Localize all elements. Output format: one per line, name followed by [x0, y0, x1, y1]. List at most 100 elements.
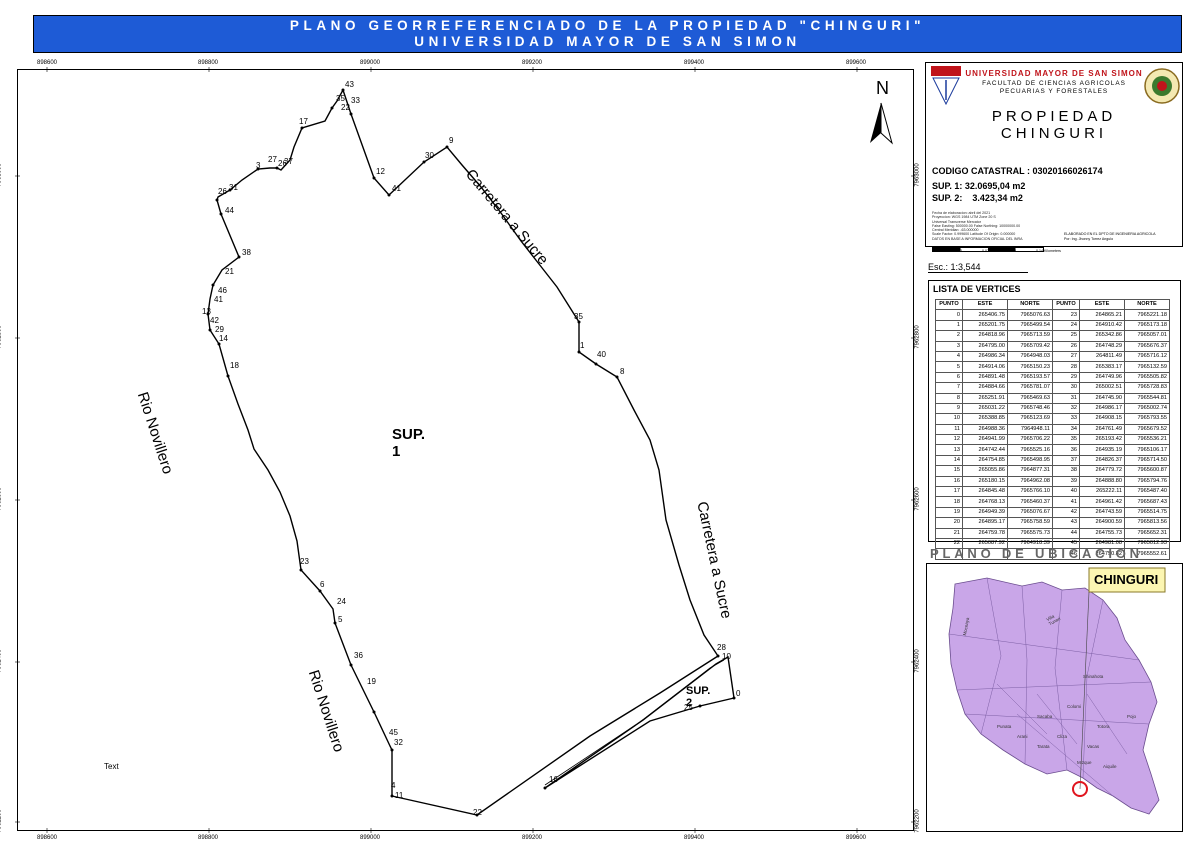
table-cell: 7965469.63 [1007, 392, 1053, 404]
table-row: 9 265031.22 7965748.46 32 264986.17 7965002.7… [935, 402, 1170, 415]
vertex-label: 21 [225, 267, 234, 276]
vertex-table-body: 0 265406.75 7965076.63 23 264865.21 7965221.1… [935, 309, 1170, 560]
table-cell: 7965057.01 [1124, 330, 1170, 342]
table-cell: 264779.72 [1079, 465, 1125, 477]
table-cell: 7965123.69 [1007, 413, 1053, 425]
vertex-label: 24 [337, 597, 346, 606]
location-map-svg [948, 567, 1166, 815]
table-cell: 264935.19 [1079, 444, 1125, 456]
table-cell: 264900.59 [1079, 517, 1125, 529]
table-row: 17 264845.48 7965766.10 40 265222.11 7965487.… [935, 486, 1170, 498]
meta-line: DATOS EN BASE A INFORMACION OFICIAL DEL … [932, 236, 1023, 241]
table-cell: 7965758.59 [1007, 517, 1053, 529]
table-cell: 265180.15 [962, 475, 1008, 488]
table-cell: 38 [1052, 465, 1080, 477]
table-cell: 7965781.07 [1007, 382, 1053, 394]
table-cell: 7965002.74 [1124, 402, 1170, 415]
vertex-label: 35 [574, 312, 583, 321]
table-cell: 41 [1052, 496, 1080, 508]
table-cell: 39 [1052, 475, 1080, 488]
table-cell: 7965709.42 [1007, 340, 1053, 352]
property-title-1: PROPIEDAD [991, 108, 1117, 125]
vertex-label: 22 [473, 808, 482, 817]
vertex-label: 23 [300, 557, 309, 566]
table-cell: 264754.85 [962, 454, 1008, 467]
table-cell: 30 [1052, 382, 1080, 394]
table-cell: 7965076.67 [1007, 506, 1053, 519]
table-cell: 265193.42 [1079, 434, 1125, 446]
vertex-label: 43 [345, 80, 354, 89]
table-cell: 36 [1052, 444, 1080, 456]
vertex-label: 1 [580, 341, 585, 350]
table-cell: 7965514.75 [1124, 506, 1170, 519]
table-cell: 34 [1052, 423, 1080, 436]
table-cell: 21 [935, 527, 963, 540]
table-cell: 7965713.59 [1007, 330, 1053, 342]
table-cell: 0 [935, 309, 963, 321]
table-cell: 44 [1052, 527, 1080, 540]
table-row: 15 265055.86 7964877.31 38 264779.72 7965600.… [935, 465, 1170, 477]
table-cell: 27 [1052, 350, 1080, 363]
table-row: 18 264768.13 7965460.37 41 264961.42 7965687.… [935, 496, 1170, 508]
vertex-label: 3 [256, 161, 261, 170]
title-panel: UNIVERSIDAD MAYOR DE SAN SIMON FACULTAD … [925, 62, 1183, 252]
table-cell: 1 [935, 319, 963, 332]
elab-line: Por: Ing. Jhonny Torrez Angulo [1064, 236, 1114, 241]
table-cell: 18 [935, 496, 963, 508]
property-title-2: CHINGURI [1000, 125, 1108, 142]
table-row: 5 264914.06 7965150.23 28 265383.17 7965132.5… [935, 361, 1170, 373]
table-cell: 264914.06 [962, 361, 1008, 373]
table-cell: 42 [1052, 506, 1080, 519]
scale-text: Esc.: 1:3,544 [928, 262, 1028, 273]
faculty-line-1: FACULTAD DE CIENCIAS AGRICOLAS [982, 80, 1126, 87]
ubicacion-title: PLANO DE UBICACION [930, 546, 1143, 561]
table-cell: 7965505.82 [1124, 371, 1170, 384]
table-cell: 264941.99 [962, 434, 1008, 446]
vertex-label: 36 [354, 651, 363, 660]
vertex-table-header: PUNTO ESTE NORTE PUNTO ESTE NORTE [935, 298, 1170, 311]
faculty-line-2: PECUARIAS Y FORESTALES [999, 88, 1109, 95]
table-row: 1 265201.75 7965499.54 24 264910.42 7965173.1… [935, 319, 1170, 332]
table-cell: 265388.85 [962, 413, 1008, 425]
vertex-label: 13 [202, 307, 211, 316]
table-cell: 265406.75 [962, 309, 1008, 321]
table-cell: 15 [935, 465, 963, 477]
text-placeholder: Text [104, 762, 119, 771]
vertex-label: 22 [341, 103, 350, 112]
elab-line: ELABORADO EN EL DPTO DE INGENIERIA AGRIC… [1064, 232, 1156, 236]
north-label: N [876, 78, 889, 98]
table-cell: 7965794.76 [1124, 475, 1170, 488]
vertex-table-header-cell: ESTE [962, 298, 1008, 311]
table-cell: 12 [935, 434, 963, 446]
town-label: Shinahota [1083, 674, 1104, 679]
table-cell: 264888.80 [1079, 475, 1125, 488]
table-cell: 264865.21 [1079, 309, 1125, 321]
vertex-label: 35 [336, 94, 345, 103]
vertex-table: PUNTO ESTE NORTE PUNTO ESTE NORTE 0 265406.75 7… [935, 298, 1170, 560]
table-cell: 16 [935, 475, 963, 488]
table-row: 7 264884.66 7965781.07 30 265002.51 7965728.8… [935, 382, 1170, 394]
vertex-label: 9 [449, 136, 454, 145]
table-cell: 7965652.31 [1124, 527, 1170, 540]
table-cell: 7965132.59 [1124, 361, 1170, 373]
table-cell: 264811.49 [1079, 350, 1125, 363]
table-cell: 19 [935, 506, 963, 519]
vertex-label: 42 [210, 316, 219, 325]
table-cell: 6 [935, 371, 963, 384]
table-cell: 11 [935, 423, 963, 436]
location-map[interactable]: CHINGURI Mocnaya Villa Tunari Shinahota … [926, 563, 1183, 832]
table-cell: 7965575.73 [1007, 527, 1053, 540]
vertex-markers [206, 88, 736, 817]
table-cell: 43 [1052, 517, 1080, 529]
table-row: 6 264891.48 7965193.57 29 264749.96 7965505.8… [935, 371, 1170, 384]
table-row: 3 264795.00 7965709.42 26 264748.29 7965676.3… [935, 340, 1170, 352]
table-cell: 264895.17 [962, 517, 1008, 529]
vertex-label: 33 [351, 96, 360, 105]
vertex-list-title: LISTA DE VERTICES [933, 284, 1021, 294]
table-cell: 25 [1052, 330, 1080, 342]
vertex-label: 46 [218, 286, 227, 295]
table-cell: 5 [935, 361, 963, 373]
vertex-label: 32 [394, 738, 403, 747]
table-cell: 4 [935, 350, 963, 363]
vertex-label: 27 [268, 155, 277, 164]
